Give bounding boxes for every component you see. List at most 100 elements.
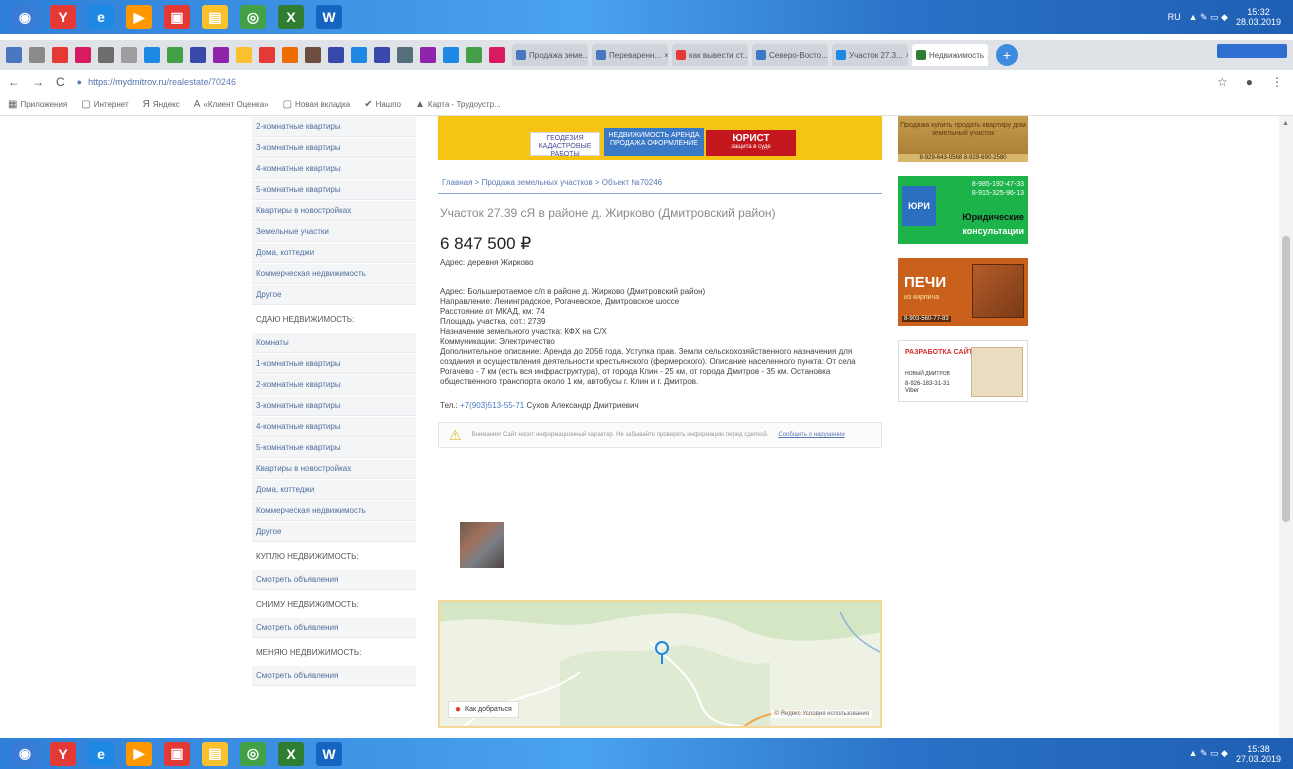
sidebar-link[interactable]: Земельные участки bbox=[252, 222, 416, 242]
report-link[interactable]: Сообщить о нарушении bbox=[778, 432, 844, 438]
clock-bottom[interactable]: 15:38 27.03.2019 bbox=[1236, 744, 1281, 764]
sidebar-link[interactable]: Другое bbox=[252, 285, 416, 305]
sidebar-link[interactable]: 4-комнатные квартиры bbox=[252, 417, 416, 437]
pinned-tab-icon[interactable] bbox=[190, 47, 206, 63]
pinned-tab-icon[interactable] bbox=[282, 47, 298, 63]
pinned-tab-icon[interactable] bbox=[351, 47, 367, 63]
pinned-tab-icon[interactable] bbox=[443, 47, 459, 63]
ie-icon[interactable]: e bbox=[88, 741, 114, 766]
pinned-tab-icon[interactable] bbox=[236, 47, 252, 63]
tab-close-icon[interactable]: × bbox=[664, 51, 668, 60]
bookmark-item[interactable]: ▢ Новая вкладка bbox=[283, 99, 351, 110]
pinned-tab-icon[interactable] bbox=[98, 47, 114, 63]
bookmark-item[interactable]: ✔ Нашпо bbox=[364, 99, 401, 110]
pdf-icon[interactable]: ▣ bbox=[164, 741, 190, 766]
scroll-up-icon[interactable]: ▲ bbox=[1282, 120, 1289, 127]
scrollbar-thumb[interactable] bbox=[1282, 236, 1290, 522]
excel-icon[interactable]: X bbox=[278, 5, 304, 29]
sidebar-link[interactable]: Комнаты bbox=[252, 333, 416, 353]
bookmark-item[interactable]: A «Клиент Оценка» bbox=[194, 99, 269, 110]
star-icon[interactable]: ☆ bbox=[1217, 75, 1228, 89]
sidebar-link[interactable]: Квартиры в новостройках bbox=[252, 459, 416, 479]
banner-lawyer[interactable]: ЮРИСТ защита в суде bbox=[706, 130, 796, 156]
phone-number[interactable]: +7(903)513-55-71 bbox=[460, 401, 524, 410]
media-icon[interactable]: ▶ bbox=[126, 741, 152, 766]
clock[interactable]: 15:32 28.03.2019 bbox=[1236, 7, 1281, 27]
chrome-icon[interactable]: ◎ bbox=[240, 741, 266, 766]
ad-websites[interactable]: РАЗРАБОТКА САЙТОВ НОВЫЙ ДМИТРОВ 8-926-18… bbox=[898, 340, 1028, 402]
pinned-tab-icon[interactable] bbox=[489, 47, 505, 63]
pinned-tab-icon[interactable] bbox=[75, 47, 91, 63]
sidebar-link[interactable]: 1-комнатные квартиры bbox=[252, 354, 416, 374]
new-tab-button[interactable]: + bbox=[996, 44, 1018, 66]
ad-stoves[interactable]: ПЕЧИ из кирпича 8-903-560-77-83 bbox=[898, 258, 1028, 326]
sidebar-link[interactable]: Другое bbox=[252, 522, 416, 542]
back-icon[interactable]: ← bbox=[8, 75, 20, 89]
banner-realty[interactable]: НЕДВИЖИМОСТЬ АРЕНДА ПРОДАЖА ОФОРМЛЕНИЕ bbox=[604, 128, 704, 156]
browser-tab[interactable]: Недвижимость× bbox=[912, 44, 988, 66]
pinned-tab-icon[interactable] bbox=[52, 47, 68, 63]
pinned-tab-icon[interactable] bbox=[144, 47, 160, 63]
sidebar-link[interactable]: 3-комнатные квартиры bbox=[252, 138, 416, 158]
sidebar-link[interactable]: 5-комнатные квартиры bbox=[252, 180, 416, 200]
browser-tab[interactable]: Участок 27.3...× bbox=[832, 44, 908, 66]
pinned-tab-icon[interactable] bbox=[6, 47, 22, 63]
start-icon[interactable]: ◉ bbox=[12, 741, 38, 766]
browser-tab[interactable]: как вывести ст...× bbox=[672, 44, 748, 66]
sidebar-link[interactable]: 3-комнатные квартиры bbox=[252, 396, 416, 416]
word-icon[interactable]: W bbox=[316, 741, 342, 766]
breadcrumb[interactable]: Главная > Продажа земельных участков > О… bbox=[438, 172, 882, 194]
bookmark-item[interactable]: ▢ Интернет bbox=[81, 99, 128, 110]
start-icon[interactable]: ◉ bbox=[12, 5, 38, 29]
pinned-tab-icon[interactable] bbox=[328, 47, 344, 63]
sidebar-link[interactable]: 2-комнатные квартиры bbox=[252, 375, 416, 395]
media-icon[interactable]: ▶ bbox=[126, 5, 152, 29]
sidebar-link[interactable]: 2-комнатные квартиры bbox=[252, 117, 416, 137]
browser-tab[interactable]: Продажа земе...× bbox=[512, 44, 588, 66]
tray-lang[interactable]: RU bbox=[1168, 12, 1181, 22]
explorer-icon[interactable]: ▤ bbox=[202, 741, 228, 766]
yandex-icon[interactable]: Y bbox=[50, 5, 76, 29]
sidebar-link[interactable]: Квартиры в новостройках bbox=[252, 201, 416, 221]
ad-realty[interactable]: Продажа купить продать квартиру дом земе… bbox=[898, 116, 1028, 162]
ie-icon[interactable]: e bbox=[88, 5, 114, 29]
pinned-tab-icon[interactable] bbox=[374, 47, 390, 63]
yandex-icon[interactable]: Y bbox=[50, 741, 76, 766]
sidebar-link[interactable]: Дома, коттеджи bbox=[252, 243, 416, 263]
browser-tab[interactable]: Северо-Восто...× bbox=[752, 44, 828, 66]
pinned-tab-icon[interactable] bbox=[167, 47, 183, 63]
map[interactable]: ● Как добраться © Яндекс Условия использ… bbox=[438, 600, 882, 728]
excel-icon[interactable]: X bbox=[278, 741, 304, 766]
hire-link[interactable]: Смотреть объявления bbox=[252, 618, 416, 638]
pdf-icon[interactable]: ▣ bbox=[164, 5, 190, 29]
banner-geodesy[interactable]: ГЕОДЕЗИЯ КАДАСТРОВЫЕ РАБОТЫ bbox=[530, 132, 600, 158]
map-copyright[interactable]: © Яндекс Условия использования bbox=[771, 710, 872, 718]
bookmark-item[interactable]: ▲ Карта - Трудоустр... bbox=[415, 99, 501, 110]
buy-link[interactable]: Смотреть объявления bbox=[252, 570, 416, 590]
browser-tab[interactable]: Переваренн... × bbox=[592, 44, 668, 66]
ad-legal[interactable]: ЮРИ 8-985-192-47-33 8-915-325-96-13 Юрид… bbox=[898, 176, 1028, 244]
bookmark-item[interactable]: Я Яндекс bbox=[143, 99, 180, 110]
chrome-icon[interactable]: ◎ bbox=[240, 5, 266, 29]
sidebar-link[interactable]: 5-комнатные квартиры bbox=[252, 438, 416, 458]
route-button[interactable]: ● Как добраться bbox=[448, 701, 519, 718]
window-controls[interactable] bbox=[1217, 44, 1287, 58]
sidebar-link[interactable]: Дома, коттеджи bbox=[252, 480, 416, 500]
swap-link[interactable]: Смотреть объявления bbox=[252, 666, 416, 686]
listing-photo[interactable] bbox=[460, 522, 504, 568]
top-banner[interactable]: ГЕОДЕЗИЯ КАДАСТРОВЫЕ РАБОТЫ НЕДВИЖИМОСТЬ… bbox=[438, 116, 882, 160]
menu-icon[interactable]: ⋮ bbox=[1271, 75, 1283, 89]
pinned-tab-icon[interactable] bbox=[466, 47, 482, 63]
sidebar-link[interactable]: 4-комнатные квартиры bbox=[252, 159, 416, 179]
tray-icons[interactable]: ▲ ✎ ▭ ◆ bbox=[1189, 12, 1228, 23]
pinned-tab-icon[interactable] bbox=[213, 47, 229, 63]
pinned-tab-icon[interactable] bbox=[29, 47, 45, 63]
page-scrollbar[interactable]: ▲ bbox=[1279, 116, 1293, 738]
address-bar[interactable]: ● https://mydmitrov.ru/realestate/70246 bbox=[77, 77, 236, 87]
pinned-tab-icon[interactable] bbox=[397, 47, 413, 63]
pinned-tab-icon[interactable] bbox=[305, 47, 321, 63]
explorer-icon[interactable]: ▤ bbox=[202, 5, 228, 29]
word-icon[interactable]: W bbox=[316, 5, 342, 29]
pinned-tab-icon[interactable] bbox=[420, 47, 436, 63]
pinned-tab-icon[interactable] bbox=[121, 47, 137, 63]
